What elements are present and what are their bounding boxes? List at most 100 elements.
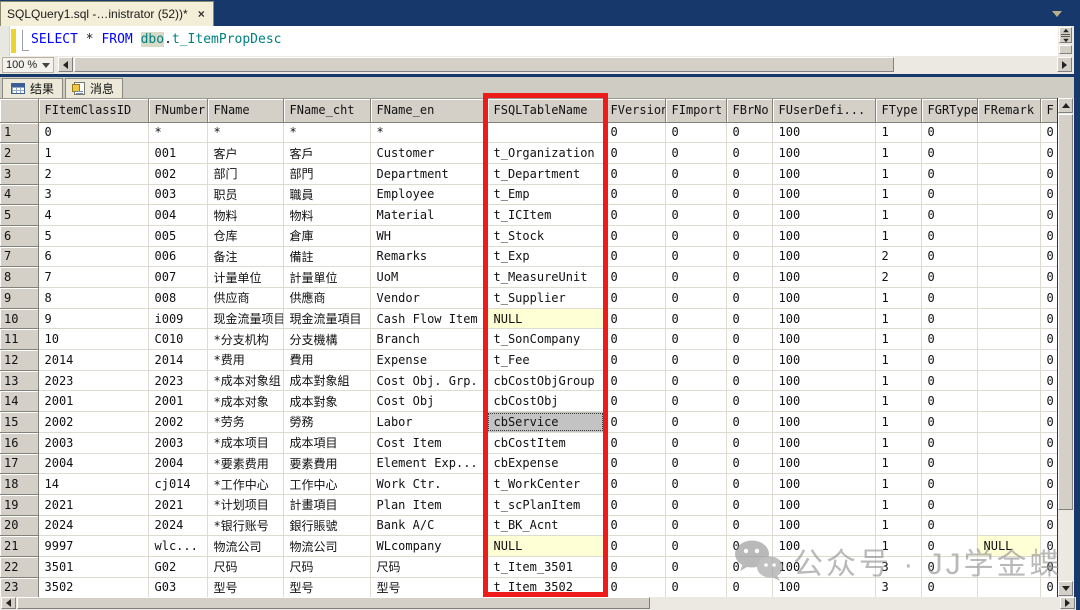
grid-cell[interactable]: 0 <box>604 411 666 433</box>
scroll-left-button[interactable] <box>58 57 73 72</box>
grid-cell[interactable]: 0 <box>1040 142 1057 164</box>
grid-cell[interactable]: 2001 <box>148 390 208 413</box>
grid-cell[interactable]: 0 <box>726 308 773 330</box>
grid-cell[interactable]: 0 <box>665 122 727 144</box>
grid-cell[interactable]: 0 <box>665 535 727 557</box>
grid-corner-cell[interactable] <box>0 99 39 123</box>
grid-cell[interactable]: *银行账号 <box>207 515 284 537</box>
close-icon[interactable]: × <box>198 7 205 21</box>
grid-cell[interactable]: 0 <box>921 122 978 144</box>
grid-cell[interactable]: 0 <box>921 287 978 309</box>
grid-cell[interactable]: 尺码 <box>370 556 488 578</box>
grid-cell[interactable]: 分支機構 <box>283 328 371 351</box>
grid-cell[interactable]: 2 <box>875 266 922 288</box>
grid-cell[interactable] <box>977 515 1041 537</box>
grid-cell[interactable]: Cash Flow Item <box>370 308 488 330</box>
grid-cell[interactable]: 0 <box>1040 577 1057 597</box>
grid-vertical-scrollbar[interactable] <box>1058 98 1074 597</box>
grid-cell[interactable]: 1 <box>875 494 922 516</box>
grid-cell[interactable]: 100 <box>772 308 876 330</box>
grid-cell[interactable]: 4 <box>38 204 149 226</box>
grid-cell[interactable]: *计划项目 <box>207 494 284 516</box>
grid-cell[interactable]: 5 <box>38 225 149 247</box>
grid-cell[interactable]: 0 <box>665 225 727 247</box>
grid-cell[interactable]: t_Organization <box>487 142 605 164</box>
grid-cell[interactable]: 計量單位 <box>283 266 371 288</box>
grid-cell[interactable]: 0 <box>604 577 666 597</box>
grid-cell[interactable]: 0 <box>726 432 773 454</box>
grid-cell[interactable]: 1 <box>875 411 922 433</box>
grid-cell[interactable]: 2001 <box>38 390 149 413</box>
grid-cell[interactable]: 2023 <box>148 370 208 392</box>
grid-cell[interactable]: 1 <box>875 370 922 392</box>
grid-cell[interactable]: 100 <box>772 328 876 351</box>
document-tab[interactable]: SQLQuery1.sql -…inistrator (52))* × <box>0 1 214 26</box>
grid-cell[interactable]: 0 <box>1040 122 1057 144</box>
grid-cell[interactable]: 1 <box>875 163 922 185</box>
grid-cell[interactable]: 006 <box>148 246 208 268</box>
grid-cell[interactable]: Bank A/C <box>370 515 488 537</box>
grid-cell[interactable]: 0 <box>604 370 666 392</box>
grid-cell[interactable]: 0 <box>1040 556 1057 578</box>
grid-cell[interactable]: 成本對象組 <box>283 370 371 392</box>
grid-cell[interactable]: 0 <box>921 535 978 557</box>
grid-cell[interactable]: 0 <box>665 577 727 597</box>
grid-cell[interactable] <box>977 184 1041 206</box>
grid-cell[interactable]: 计量单位 <box>207 266 284 288</box>
grid-cell[interactable] <box>977 308 1041 330</box>
grid-cell[interactable]: 0 <box>1040 204 1057 226</box>
grid-cell[interactable]: 6 <box>38 246 149 268</box>
grid-cell[interactable]: NULL <box>487 535 605 557</box>
grid-cell[interactable]: 0 <box>604 515 666 537</box>
grid-cell[interactable]: 8 <box>38 287 149 309</box>
grid-cell[interactable]: 0 <box>726 287 773 309</box>
grid-cell[interactable]: Cost Item <box>370 432 488 454</box>
grid-cell[interactable]: 3502 <box>38 577 149 597</box>
grid-cell[interactable]: 0 <box>665 266 727 288</box>
grid-cell[interactable]: 0 <box>604 494 666 516</box>
grid-cell[interactable]: 0 <box>726 515 773 537</box>
grid-cell[interactable]: 客戶 <box>283 142 371 164</box>
grid-cell[interactable]: 100 <box>772 577 876 597</box>
grid-cell[interactable]: 0 <box>1040 287 1057 309</box>
grid-cell[interactable]: 1 <box>875 515 922 537</box>
grid-cell[interactable]: NULL <box>487 308 605 330</box>
grid-cell[interactable]: 0 <box>665 328 727 351</box>
grid-cell[interactable]: NULL <box>977 535 1041 557</box>
grid-cell[interactable]: 3 <box>875 556 922 578</box>
grid-cell[interactable]: 2021 <box>148 494 208 516</box>
grid-cell[interactable]: 部門 <box>283 163 371 185</box>
grid-cell[interactable]: 型号 <box>207 577 284 597</box>
grid-cell[interactable]: 0 <box>921 556 978 578</box>
grid-cell[interactable]: 0 <box>665 494 727 516</box>
grid-cell[interactable]: 0 <box>665 308 727 330</box>
grid-cell[interactable]: 成本項目 <box>283 432 371 454</box>
row-number-cell[interactable]: 1 <box>0 122 39 144</box>
grid-cell[interactable]: 1 <box>875 122 922 144</box>
column-header[interactable]: FName_cht <box>283 99 371 123</box>
grid-cell[interactable] <box>977 163 1041 185</box>
grid-cell[interactable]: 尺码 <box>207 556 284 578</box>
grid-cell[interactable]: 0 <box>1040 308 1057 330</box>
grid-cell[interactable]: 100 <box>772 411 876 433</box>
row-number-cell[interactable]: 15 <box>0 411 39 433</box>
grid-cell[interactable]: Department <box>370 163 488 185</box>
grid-cell[interactable]: *劳务 <box>207 411 284 433</box>
column-header[interactable]: FUserDefi... <box>772 99 876 123</box>
grid-cell[interactable]: 0 <box>665 432 727 454</box>
grid-cell[interactable]: 物料 <box>283 204 371 226</box>
grid-cell[interactable]: wlc... <box>148 535 208 557</box>
column-header[interactable]: FType <box>875 99 922 123</box>
grid-cell[interactable]: 0 <box>1040 453 1057 475</box>
grid-cell[interactable]: 0 <box>921 142 978 164</box>
grid-cell[interactable]: 2021 <box>38 494 149 516</box>
grid-cell[interactable]: 2023 <box>38 370 149 392</box>
grid-cell[interactable]: 0 <box>1040 494 1057 516</box>
grid-cell[interactable]: 1 <box>875 142 922 164</box>
grid-cell[interactable]: *成本项目 <box>207 432 284 454</box>
grid-cell[interactable]: 100 <box>772 204 876 226</box>
grid-cell[interactable]: 001 <box>148 142 208 164</box>
scroll-left-button[interactable] <box>1 597 16 609</box>
grid-cell[interactable] <box>977 246 1041 268</box>
column-header[interactable]: FItemClassID <box>38 99 149 123</box>
